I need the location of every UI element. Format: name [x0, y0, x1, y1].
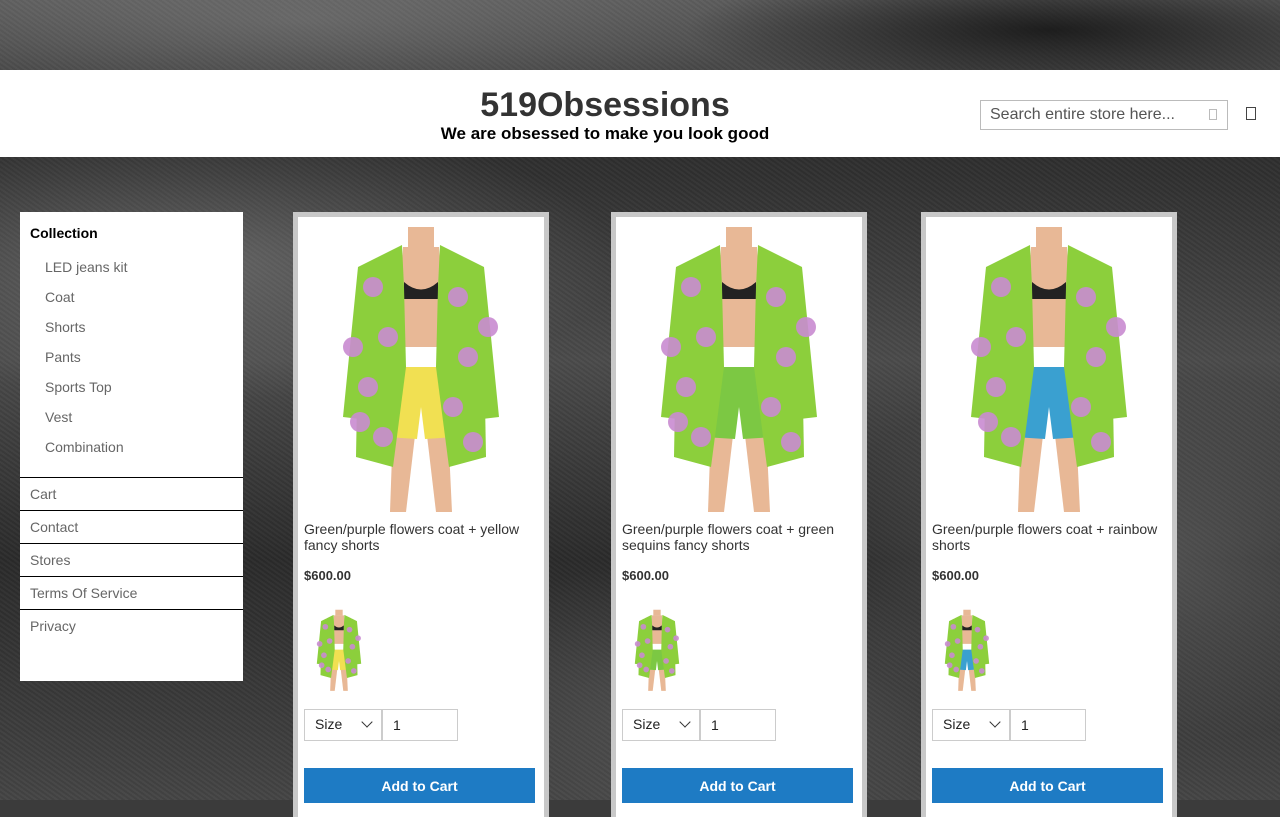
chevron-down-icon: [989, 716, 1001, 728]
collection-item-coat[interactable]: Coat: [20, 282, 243, 312]
product-price: $600.00: [622, 568, 669, 583]
site-header: 519Obsessions We are obsessed to make yo…: [0, 70, 1280, 157]
size-select[interactable]: Size: [622, 709, 700, 741]
nav-link-terms-of-service[interactable]: Terms Of Service: [20, 577, 243, 610]
product-card: Green/purple flowers coat + green sequin…: [611, 212, 867, 817]
collection-item-vest[interactable]: Vest: [20, 402, 243, 432]
search-icon[interactable]: [1209, 109, 1217, 120]
product-thumbnail[interactable]: [932, 593, 1002, 709]
product-price: $600.00: [304, 568, 351, 583]
quantity-input[interactable]: [1010, 709, 1086, 741]
collection-item-led-jeans-kit[interactable]: LED jeans kit: [20, 252, 243, 282]
product-card: Green/purple flowers coat + rainbow shor…: [921, 212, 1177, 817]
nav-link-cart[interactable]: Cart: [20, 478, 243, 511]
nav-link-contact[interactable]: Contact: [20, 511, 243, 544]
collection-list: LED jeans kit Coat Shorts Pants Sports T…: [20, 252, 243, 477]
product-image[interactable]: [298, 227, 544, 517]
quantity-input[interactable]: [382, 709, 458, 741]
product-thumbnail[interactable]: [304, 593, 374, 709]
collection-item-sports-top[interactable]: Sports Top: [20, 372, 243, 402]
nav-link-stores[interactable]: Stores: [20, 544, 243, 577]
add-to-cart-button[interactable]: Add to Cart: [622, 768, 853, 803]
collection-item-combination[interactable]: Combination: [20, 432, 243, 462]
size-select[interactable]: Size: [932, 709, 1010, 741]
nav-link-privacy[interactable]: Privacy: [20, 610, 243, 642]
collection-item-shorts[interactable]: Shorts: [20, 312, 243, 342]
collection-item-pants[interactable]: Pants: [20, 342, 243, 372]
size-select-label: Size: [633, 716, 661, 732]
chevron-down-icon: [679, 716, 691, 728]
search-input[interactable]: [981, 101, 1195, 129]
product-card: Green/purple flowers coat + yellow fancy…: [293, 212, 549, 817]
product-title[interactable]: Green/purple flowers coat + yellow fancy…: [304, 521, 534, 553]
chevron-down-icon: [361, 716, 373, 728]
size-select[interactable]: Size: [304, 709, 382, 741]
search-box: [980, 100, 1228, 130]
product-price: $600.00: [932, 568, 979, 583]
add-to-cart-button[interactable]: Add to Cart: [932, 768, 1163, 803]
sidebar: Collection LED jeans kit Coat Shorts Pan…: [20, 212, 243, 681]
add-to-cart-button[interactable]: Add to Cart: [304, 768, 535, 803]
sidebar-heading: Collection: [30, 225, 98, 241]
page-links: Cart Contact Stores Terms Of Service Pri…: [20, 477, 243, 642]
product-image[interactable]: [616, 227, 862, 517]
quantity-input[interactable]: [700, 709, 776, 741]
cart-icon[interactable]: [1246, 107, 1256, 120]
product-title[interactable]: Green/purple flowers coat + green sequin…: [622, 521, 852, 553]
product-title[interactable]: Green/purple flowers coat + rainbow shor…: [932, 521, 1162, 553]
product-image[interactable]: [926, 227, 1172, 517]
size-select-label: Size: [315, 716, 343, 732]
size-select-label: Size: [943, 716, 971, 732]
product-thumbnail[interactable]: [622, 593, 692, 709]
